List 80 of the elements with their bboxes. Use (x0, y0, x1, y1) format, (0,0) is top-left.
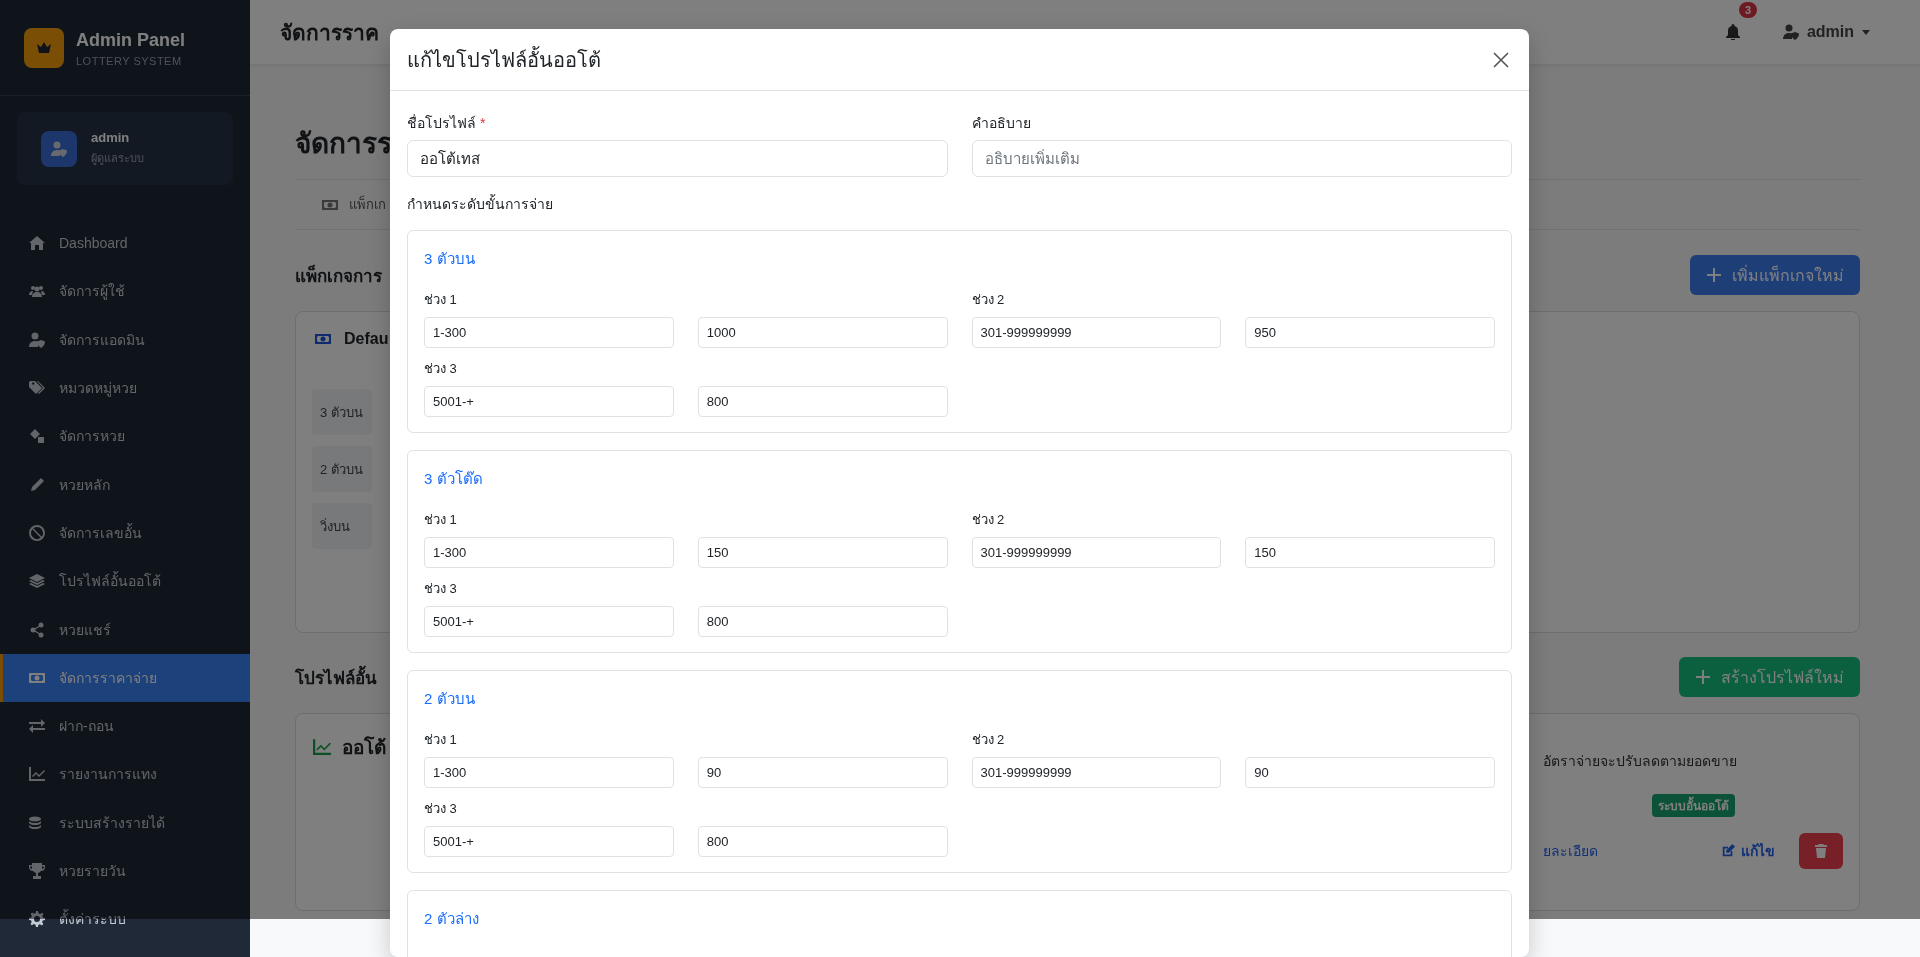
trash-icon (1815, 844, 1827, 858)
user-menu[interactable]: admin (1782, 23, 1870, 41)
section-title: โปรไฟล์อั้น (295, 663, 377, 691)
range-label: ช่วง 1 (424, 731, 458, 749)
brand-subtitle: LOTTERY SYSTEM (76, 54, 183, 67)
bell-icon (1724, 24, 1741, 40)
dice-icon (29, 428, 45, 445)
page-title: จัดการราค (280, 19, 380, 46)
line-chart-icon (29, 766, 45, 783)
section-title: แพ็กเกจการ (295, 263, 382, 288)
user-shield-icon (1782, 24, 1799, 40)
notification-count: 3 (1738, 2, 1757, 18)
tier-title: 2 ตัวล่าง (424, 909, 480, 929)
range-input[interactable]: 1-300 (424, 537, 674, 568)
brand-title: Admin Panel (76, 29, 186, 51)
rate-input[interactable]: 150 (1245, 537, 1495, 568)
tier-title: 2 ตัวบน (424, 689, 476, 709)
range-input[interactable]: 1-300 (424, 317, 674, 348)
delete-button[interactable] (1799, 833, 1843, 869)
input-field[interactable]: อธิบายเพิ่มเติม (971, 140, 1512, 177)
dialog-title: แก้ไขโปรไฟล์อั้นออโต้ (407, 45, 601, 73)
tags-icon (29, 380, 45, 397)
input-field[interactable]: ออโต้เทส (407, 140, 948, 177)
range-label: ช่วง 2 (971, 731, 1006, 749)
range-label: ช่วง 1 (424, 291, 458, 309)
package-row: วิ่งบน (312, 503, 372, 549)
crown-icon (36, 40, 52, 56)
field-label: คำอธิบาย (971, 114, 1032, 133)
rate-input[interactable]: 90 (697, 757, 948, 788)
gear-icon (29, 911, 45, 928)
rate-input[interactable]: 950 (1245, 317, 1495, 348)
card-title: ออโต้ (342, 735, 386, 760)
user-name: admin (91, 130, 131, 145)
ban-icon (29, 524, 45, 541)
pencil-icon (29, 476, 45, 493)
range-input[interactable]: 301-999999999 (971, 537, 1222, 568)
line-chart-icon (312, 738, 332, 756)
range-label: ช่วง 3 (424, 580, 458, 598)
card-title: Defau (344, 330, 389, 348)
caret-icon (1862, 29, 1870, 35)
range-input[interactable]: 301-999999999 (971, 757, 1222, 788)
package-row: 3 ตัวบน (312, 389, 372, 435)
profile-description: อัตราจ่ายจะปรับลดตามยอดขาย (1543, 752, 1738, 771)
package-row: 2 ตัวบน (312, 446, 372, 492)
rate-input[interactable]: 800 (697, 386, 948, 417)
users-icon (29, 283, 45, 300)
status-badge: ระบบอั้นออโต้ (1651, 794, 1735, 817)
section-label: กำหนดระดับขั้นการจ่าย (407, 193, 554, 214)
rate-input[interactable]: 90 (1245, 757, 1495, 788)
money-icon (312, 331, 334, 347)
user-shield-icon (29, 331, 45, 348)
trophy-icon (29, 863, 45, 879)
arrows-icon (29, 718, 45, 735)
house-icon (29, 235, 45, 252)
tier-title: 3 ตัวบน (424, 249, 476, 269)
edit-icon (1721, 844, 1735, 858)
range-label: ช่วง 2 (971, 291, 1006, 309)
plus-icon (1695, 669, 1711, 685)
range-label: ช่วง 1 (424, 511, 458, 529)
rate-input[interactable]: 1000 (697, 317, 948, 348)
range-input[interactable]: 5001-+ (424, 386, 674, 417)
rate-input[interactable]: 800 (697, 826, 948, 857)
user-role: ผู้ดูแลระบบ (91, 151, 144, 167)
rate-input[interactable]: 150 (697, 537, 948, 568)
range-label: ช่วง 2 (971, 511, 1006, 529)
field-label: ชื่อโปรไฟล์ * (407, 113, 487, 133)
layers-icon (29, 573, 45, 590)
user-shield-icon (51, 140, 67, 157)
range-input[interactable]: 301-999999999 (971, 317, 1222, 348)
range-input[interactable]: 1-300 (424, 757, 674, 788)
plus-icon (1706, 267, 1722, 283)
range-input[interactable]: 5001-+ (424, 606, 674, 637)
range-label: ช่วง 3 (424, 800, 458, 818)
range-label: ช่วง 3 (424, 360, 458, 378)
share-icon (29, 621, 45, 638)
tier-title: 3 ตัวโต๊ด (424, 469, 484, 489)
range-input[interactable]: 5001-+ (424, 826, 674, 857)
nav-item[interactable]: ตั้งค่าระบบ (0, 895, 250, 944)
close-icon (1493, 51, 1509, 68)
rate-input[interactable]: 800 (697, 606, 948, 637)
